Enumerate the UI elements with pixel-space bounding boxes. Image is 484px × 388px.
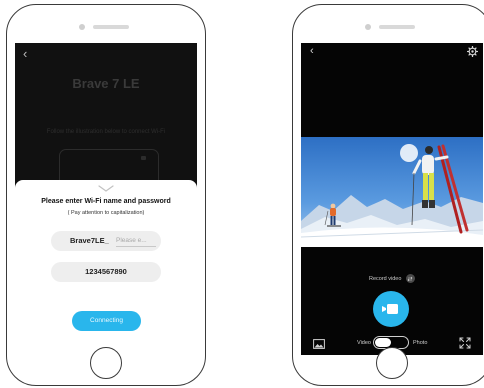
- chevron-down-icon[interactable]: [97, 185, 115, 193]
- wifi-sheet: Please enter Wi-Fi name and password ( P…: [15, 180, 197, 355]
- wifi-setup-screen: ‹ Brave 7 LE Follow the illustration bel…: [15, 43, 197, 355]
- switch-icon[interactable]: [405, 274, 415, 283]
- speaker-grille: [93, 25, 129, 29]
- gear-icon[interactable]: [467, 46, 478, 57]
- fullscreen-icon[interactable]: [459, 337, 471, 349]
- app-comparison: ‹ Brave 7 LE Follow the illustration bel…: [0, 0, 484, 388]
- gallery-icon[interactable]: [313, 339, 325, 349]
- back-icon[interactable]: ‹: [23, 47, 27, 60]
- mode-photo-label: Photo: [413, 340, 428, 346]
- background-instruction: Follow the illustration below to connect…: [46, 129, 166, 135]
- mode-video-label: Video: [357, 340, 371, 346]
- sheet-title: Please enter Wi-Fi name and password: [41, 198, 171, 205]
- password-field[interactable]: 1234567890: [51, 262, 161, 282]
- camera-dot: [79, 24, 85, 30]
- speaker-grille: [379, 25, 415, 29]
- password-value: 1234567890: [85, 267, 127, 276]
- record-label: Record video: [369, 275, 402, 282]
- sheet-subtitle: ( Pay attention to capitalization): [67, 210, 145, 216]
- wifi-name-field: Brave7LE_: [51, 231, 161, 251]
- record-mode-row: Record video: [301, 274, 483, 283]
- home-button[interactable]: [376, 347, 408, 379]
- background-title: Brave 7 LE: [72, 76, 140, 91]
- wifi-icon: [141, 156, 146, 160]
- phone-right: ‹ Record video Video Photo: [292, 4, 484, 386]
- video-camera-icon: [382, 304, 398, 314]
- phone-left: ‹ Brave 7 LE Follow the illustration bel…: [6, 4, 206, 386]
- back-icon[interactable]: ‹: [310, 46, 314, 57]
- connect-button[interactable]: Connecting: [72, 311, 141, 331]
- camera-screen: ‹ Record video Video Photo: [301, 43, 483, 355]
- home-button[interactable]: [90, 347, 122, 379]
- ssid-suffix-input[interactable]: [116, 235, 156, 247]
- camera-preview: [301, 137, 483, 247]
- ssid-prefix: Brave7LE_: [70, 236, 109, 245]
- shutter-button[interactable]: [373, 291, 409, 327]
- camera-dot: [365, 24, 371, 30]
- toggle-knob: [375, 338, 391, 347]
